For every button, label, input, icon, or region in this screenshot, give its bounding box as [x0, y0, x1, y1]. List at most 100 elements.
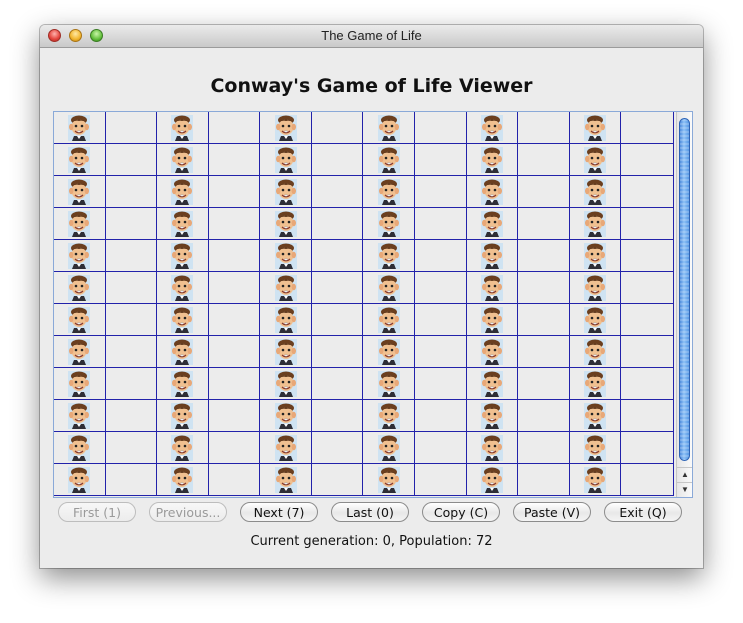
grid-cell-empty[interactable]: [105, 336, 158, 368]
grid-cell-empty[interactable]: [105, 304, 158, 336]
grid-cell-alive[interactable]: [466, 304, 519, 336]
grid-cell-alive[interactable]: [569, 336, 622, 368]
grid-cell-alive[interactable]: [260, 176, 312, 208]
grid-cell-empty[interactable]: [415, 304, 467, 336]
grid-cell-empty[interactable]: [208, 144, 261, 176]
grid-cell-empty[interactable]: [311, 240, 364, 272]
scrollbar-thumb[interactable]: [679, 118, 690, 461]
grid-cell-empty[interactable]: [208, 240, 261, 272]
grid-cell-alive[interactable]: [260, 464, 312, 496]
grid-cell-empty[interactable]: [621, 272, 673, 304]
grid-cell-alive[interactable]: [157, 336, 209, 368]
grid-cell-alive[interactable]: [260, 304, 312, 336]
grid-cell-empty[interactable]: [208, 304, 261, 336]
grid-cell-empty[interactable]: [311, 464, 364, 496]
grid-cell-empty[interactable]: [621, 400, 673, 432]
grid-cell-alive[interactable]: [157, 240, 209, 272]
grid-cell-empty[interactable]: [621, 432, 673, 464]
grid-cell-empty[interactable]: [415, 432, 467, 464]
grid-cell-empty[interactable]: [621, 368, 673, 400]
grid-cell-alive[interactable]: [569, 368, 622, 400]
grid-cell-empty[interactable]: [621, 464, 673, 496]
title-bar[interactable]: The Game of Life: [40, 25, 703, 48]
grid-cell-alive[interactable]: [260, 336, 312, 368]
grid-cell-alive[interactable]: [466, 464, 519, 496]
grid-cell-empty[interactable]: [208, 176, 261, 208]
grid-cell-empty[interactable]: [621, 240, 673, 272]
grid-cell-empty[interactable]: [621, 336, 673, 368]
grid-cell-empty[interactable]: [105, 144, 158, 176]
grid-cell-empty[interactable]: [208, 336, 261, 368]
grid-cell-empty[interactable]: [518, 368, 570, 400]
grid-cell-empty[interactable]: [518, 336, 570, 368]
grid-cell-empty[interactable]: [311, 336, 364, 368]
exit-button[interactable]: Exit (Q): [604, 502, 682, 522]
vertical-scrollbar[interactable]: ▲ ▼: [676, 112, 692, 497]
grid-cell-alive[interactable]: [260, 432, 312, 464]
grid-cell-empty[interactable]: [311, 304, 364, 336]
grid-cell-empty[interactable]: [105, 400, 158, 432]
grid-cell-empty[interactable]: [518, 432, 570, 464]
life-grid-viewport[interactable]: ▲ ▼: [53, 111, 693, 498]
grid-cell-empty[interactable]: [518, 208, 570, 240]
grid-cell-empty[interactable]: [311, 432, 364, 464]
grid-cell-alive[interactable]: [54, 112, 106, 144]
grid-cell-empty[interactable]: [415, 240, 467, 272]
grid-cell-alive[interactable]: [363, 400, 416, 432]
grid-cell-empty[interactable]: [518, 144, 570, 176]
grid-cell-empty[interactable]: [518, 304, 570, 336]
grid-cell-alive[interactable]: [363, 272, 416, 304]
grid-cell-empty[interactable]: [105, 368, 158, 400]
grid-cell-alive[interactable]: [260, 112, 312, 144]
last-button[interactable]: Last (0): [331, 502, 409, 522]
grid-cell-empty[interactable]: [415, 368, 467, 400]
grid-cell-empty[interactable]: [518, 240, 570, 272]
grid-cell-empty[interactable]: [311, 144, 364, 176]
grid-cell-alive[interactable]: [54, 464, 106, 496]
grid-cell-alive[interactable]: [466, 208, 519, 240]
grid-cell-alive[interactable]: [363, 176, 416, 208]
copy-button[interactable]: Copy (C): [422, 502, 500, 522]
grid-cell-empty[interactable]: [518, 464, 570, 496]
grid-cell-empty[interactable]: [311, 272, 364, 304]
grid-cell-empty[interactable]: [208, 400, 261, 432]
grid-cell-alive[interactable]: [569, 112, 622, 144]
grid-cell-alive[interactable]: [363, 464, 416, 496]
previous-button[interactable]: Previous...: [149, 502, 227, 522]
grid-cell-alive[interactable]: [157, 208, 209, 240]
grid-cell-alive[interactable]: [363, 368, 416, 400]
scroll-down-arrow-icon[interactable]: ▼: [677, 482, 692, 496]
grid-cell-empty[interactable]: [208, 368, 261, 400]
grid-cell-alive[interactable]: [363, 208, 416, 240]
grid-cell-empty[interactable]: [105, 176, 158, 208]
grid-cell-empty[interactable]: [415, 272, 467, 304]
grid-cell-alive[interactable]: [466, 176, 519, 208]
grid-cell-alive[interactable]: [157, 112, 209, 144]
grid-cell-empty[interactable]: [415, 112, 467, 144]
grid-cell-alive[interactable]: [363, 112, 416, 144]
grid-cell-alive[interactable]: [157, 368, 209, 400]
grid-cell-empty[interactable]: [415, 336, 467, 368]
grid-cell-alive[interactable]: [157, 272, 209, 304]
paste-button[interactable]: Paste (V): [513, 502, 591, 522]
grid-cell-alive[interactable]: [260, 240, 312, 272]
grid-cell-alive[interactable]: [466, 144, 519, 176]
grid-cell-empty[interactable]: [208, 464, 261, 496]
grid-cell-empty[interactable]: [415, 464, 467, 496]
grid-cell-alive[interactable]: [260, 368, 312, 400]
grid-cell-empty[interactable]: [621, 144, 673, 176]
grid-cell-alive[interactable]: [569, 272, 622, 304]
grid-cell-alive[interactable]: [466, 240, 519, 272]
grid-cell-empty[interactable]: [415, 208, 467, 240]
grid-cell-alive[interactable]: [363, 336, 416, 368]
grid-cell-alive[interactable]: [363, 432, 416, 464]
grid-cell-empty[interactable]: [518, 176, 570, 208]
grid-cell-alive[interactable]: [54, 176, 106, 208]
grid-cell-empty[interactable]: [415, 176, 467, 208]
grid-cell-alive[interactable]: [466, 336, 519, 368]
grid-cell-empty[interactable]: [105, 432, 158, 464]
grid-cell-alive[interactable]: [157, 464, 209, 496]
grid-cell-alive[interactable]: [466, 112, 519, 144]
grid-cell-alive[interactable]: [466, 368, 519, 400]
grid-cell-empty[interactable]: [311, 368, 364, 400]
